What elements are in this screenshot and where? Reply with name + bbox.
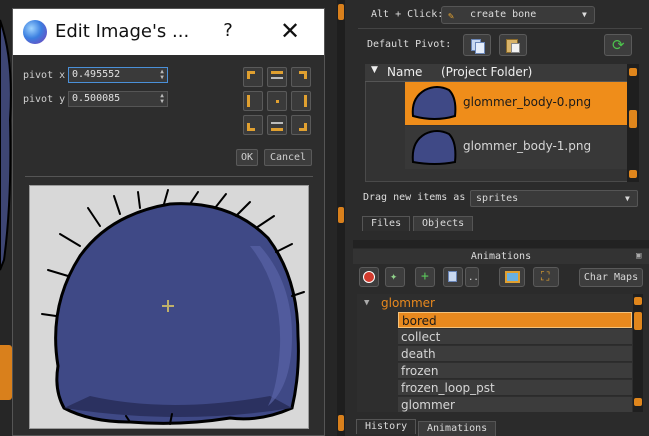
pivot-x-value: 0.495552 xyxy=(72,69,121,80)
animation-item-death[interactable]: death xyxy=(398,346,632,362)
file-item-label: glommer_body-1.png xyxy=(463,139,592,153)
animation-list-scrollbar[interactable] xyxy=(633,294,643,412)
collapse-icon[interactable]: ▼ xyxy=(364,298,369,308)
pivot-x-input[interactable]: 0.495552 ▲ ▼ xyxy=(68,67,168,83)
image-preview[interactable] xyxy=(29,185,309,429)
pivot-bottom-right-button[interactable] xyxy=(291,115,311,135)
copy-pivot-button[interactable] xyxy=(463,34,491,56)
collapse-icon: ▼ xyxy=(371,65,378,75)
image-icon xyxy=(505,271,520,283)
animation-item-bored[interactable]: bored xyxy=(398,312,632,328)
pivot-bottom-center-button[interactable] xyxy=(267,115,287,135)
animation-group-label[interactable]: glommer xyxy=(381,296,435,310)
char-maps-button[interactable]: Char Maps xyxy=(579,268,643,287)
drag-mode-select[interactable]: sprites ▼ xyxy=(470,190,638,207)
glommer-body-image xyxy=(41,189,305,425)
tool-select-value: create bone xyxy=(470,9,537,20)
pivot-x-stepper[interactable]: ▲ ▼ xyxy=(158,69,166,81)
file-row-selected[interactable]: glommer_body-0.png xyxy=(405,82,627,125)
dialog-title: Edit Image's ... xyxy=(55,21,190,42)
dialog-titlebar[interactable]: Edit Image's ... ? ✕ xyxy=(13,9,324,55)
pivot-middle-right-button[interactable] xyxy=(291,91,311,111)
animation-item-frozen[interactable]: frozen xyxy=(398,363,632,379)
pivot-y-stepper[interactable]: ▲ ▼ xyxy=(158,93,166,105)
tool-select[interactable]: ✎ create bone ▼ xyxy=(441,6,595,24)
globe-icon xyxy=(23,20,47,44)
add-icon: + xyxy=(421,269,429,284)
drag-label: Drag new items as xyxy=(363,192,466,203)
alt-click-label: Alt + Click: xyxy=(371,9,444,20)
file-list-scrollbar[interactable] xyxy=(627,64,639,182)
pivot-y-input[interactable]: 0.500085 ▲ ▼ xyxy=(68,91,168,107)
edit-image-dialog: Edit Image's ... ? ✕ pivot x 0.495552 ▲ ▼… xyxy=(12,8,325,436)
toolbar-divider xyxy=(358,28,642,29)
refresh-icon: ⟳ xyxy=(612,36,625,54)
default-pivot-label: Default Pivot: xyxy=(367,39,452,50)
panel-splitter[interactable] xyxy=(353,240,649,248)
image-button[interactable] xyxy=(499,267,525,287)
new-anim-icon: ✦ xyxy=(390,269,398,283)
ellipsis-icon: .. xyxy=(468,273,479,283)
ok-button[interactable]: OK xyxy=(236,149,258,166)
paste-pivot-button[interactable] xyxy=(499,34,527,56)
pivot-bottom-left-button[interactable] xyxy=(243,115,263,135)
refresh-button[interactable]: ⟳ xyxy=(604,34,632,56)
cancel-button[interactable]: Cancel xyxy=(264,149,312,166)
new-anim-button[interactable]: ✦ xyxy=(385,267,405,287)
delete-icon xyxy=(363,271,375,283)
add-frame-button[interactable]: + xyxy=(415,267,435,287)
duplicate-icon xyxy=(448,271,457,282)
tab-files[interactable]: Files xyxy=(362,216,411,231)
tab-objects[interactable]: Objects xyxy=(413,216,474,231)
tab-history[interactable]: History xyxy=(356,419,417,434)
pivot-x-label: pivot x xyxy=(23,70,66,81)
pivot-middle-left-button[interactable] xyxy=(243,91,263,111)
animations-panel-title: Animations xyxy=(353,249,649,264)
close-icon[interactable]: ▣ xyxy=(636,251,641,261)
tab-animations[interactable]: Animations xyxy=(418,421,497,436)
pivot-y-value: 0.500085 xyxy=(72,93,121,104)
chevron-down-icon: ▼ xyxy=(625,194,630,203)
file-list-header: ▼ Name (Project Folder) xyxy=(365,64,639,82)
duplicate-button[interactable] xyxy=(443,267,463,287)
pencil-icon: ✎ xyxy=(448,11,455,22)
more-button[interactable]: .. xyxy=(465,267,479,287)
pivot-top-right-button[interactable] xyxy=(291,67,311,87)
file-thumb-1 xyxy=(411,130,457,165)
animation-item-glommer[interactable]: glommer xyxy=(398,397,632,413)
file-thumb-0 xyxy=(411,86,457,120)
pivot-center-button[interactable] xyxy=(267,91,287,111)
animation-item-frozen-loop-pst[interactable]: frozen_loop_pst xyxy=(398,380,632,396)
column-name[interactable]: Name xyxy=(387,65,422,79)
dialog-divider xyxy=(25,176,313,177)
fit-icon: ⛶ xyxy=(541,269,550,283)
pivot-y-label: pivot y xyxy=(23,94,66,105)
canvas-orange-shape xyxy=(0,345,12,400)
pivot-top-left-button[interactable] xyxy=(243,67,263,87)
chevron-down-icon: ▼ xyxy=(582,10,587,19)
delete-anim-button[interactable] xyxy=(359,267,379,287)
column-project-folder[interactable]: (Project Folder) xyxy=(441,65,532,79)
animation-item-collect[interactable]: collect xyxy=(398,329,632,345)
drag-mode-value: sprites xyxy=(476,193,519,204)
file-item-label: glommer_body-0.png xyxy=(463,95,592,109)
fit-button[interactable]: ⛶ xyxy=(533,267,559,287)
pivot-top-center-button[interactable] xyxy=(267,67,287,87)
splitter-handle[interactable] xyxy=(337,0,345,436)
close-icon[interactable]: ✕ xyxy=(275,18,305,46)
file-row[interactable]: glommer_body-1.png xyxy=(405,126,627,169)
help-icon[interactable]: ? xyxy=(213,20,243,44)
